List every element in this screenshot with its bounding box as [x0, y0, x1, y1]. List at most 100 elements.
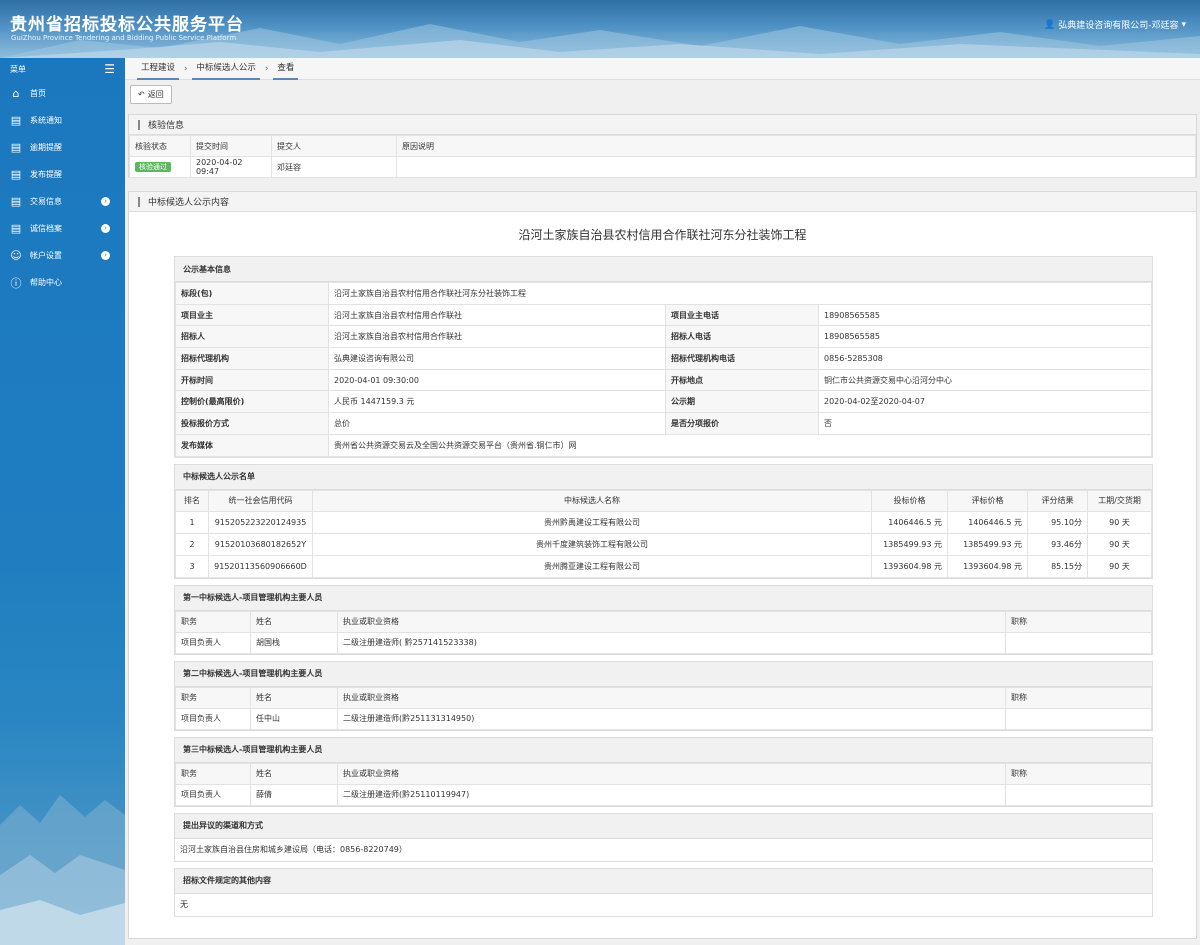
staff-section-1: 第一中标候选人-项目管理机构主要人员 职务 姓名 执业或职业资格 职称 项目负责… [174, 584, 1153, 655]
breadcrumb-item[interactable]: 查看 [273, 58, 299, 80]
cell-role: 项目负责人 [175, 707, 251, 730]
column-header: 姓名 [250, 686, 338, 709]
cell-qualification: 二级注册建造师(黔251131314950) [337, 707, 1006, 730]
cell-name: 任中山 [250, 707, 338, 730]
list-icon: ▤ [10, 141, 22, 154]
user-icon: ☺ [10, 249, 22, 262]
content-panel: 中标候选人公示内容 沿河土家族自治县农村信用合作联社河东分社装饰工程 公示基本信… [128, 191, 1197, 939]
chevron-right-icon: › [101, 224, 110, 233]
monitor-icon: ▤ [10, 114, 22, 127]
sidebar-item-account[interactable]: ☺ 帐户设置 › [0, 242, 125, 269]
help-icon: ⓘ [10, 276, 22, 290]
sidebar-item-label: 系统通知 [30, 116, 62, 125]
column-header: 执业或职业资格 [337, 610, 1006, 633]
sidebar-item-help[interactable]: ⓘ 帮助中心 [0, 269, 125, 296]
info-value: 沿河土家族自治县农村信用合作联社 [328, 325, 666, 349]
cell-qualification: 二级注册建造师(黔25110119947) [337, 783, 1006, 806]
cell-score: 93.46分 [1027, 532, 1088, 556]
sidebar-item-notice[interactable]: ▤ 系统通知 [0, 107, 125, 134]
cell-eval-price: 1406446.5 元 [947, 510, 1028, 534]
other-text: 无 [180, 900, 188, 909]
sidebar-item-home[interactable]: ⌂ 首页 [0, 80, 125, 107]
table-row: 项目负责人 任中山 二级注册建造师(黔251131314950) [175, 707, 1152, 730]
section-title: 第一中标候选人-项目管理机构主要人员 [175, 585, 1152, 611]
column-header: 姓名 [250, 610, 338, 633]
section-title: 第三中标候选人-项目管理机构主要人员 [175, 737, 1152, 763]
sidebar-item-label: 交易信息 [30, 197, 62, 206]
list-icon: ▤ [10, 168, 22, 181]
staff-section-3: 第三中标候选人-项目管理机构主要人员 职务 姓名 执业或职业资格 职称 项目负责… [174, 736, 1153, 807]
column-header: 执业或职业资格 [337, 762, 1006, 785]
info-key: 标段(包) [175, 282, 329, 305]
section-title: 第二中标候选人-项目管理机构主要人员 [175, 661, 1152, 687]
section-title: 公示基本信息 [175, 257, 1152, 282]
info-key: 开标时间 [175, 368, 329, 392]
candidate-section: 中标候选人公示名单 排名 统一社会信用代码 中标候选人名称 投标价格 评标价格 … [174, 463, 1153, 579]
verify-header: 提交人 [271, 135, 397, 157]
breadcrumb-item[interactable]: 中标候选人公示 [192, 58, 260, 80]
breadcrumb-item[interactable]: 工程建设 [137, 58, 180, 80]
column-header: 统一社会信用代码 [208, 489, 313, 512]
sidebar-item-credit[interactable]: ▤ 诚信档案 › [0, 215, 125, 242]
back-button[interactable]: ↶ 返回 [130, 84, 172, 104]
cell-role: 项目负责人 [175, 783, 251, 806]
chevron-right-icon: › [101, 197, 110, 206]
column-header: 中标候选人名称 [312, 489, 872, 512]
info-value: 沿河土家族自治县农村信用合作联社 [328, 303, 666, 327]
info-key: 招标代理机构 [175, 347, 329, 370]
sidebar-item-label: 帐户设置 [30, 251, 62, 260]
column-header: 排名 [175, 489, 209, 512]
info-key: 投标报价方式 [175, 412, 329, 435]
content-panel-title: 中标候选人公示内容 [129, 192, 1196, 212]
sidebar-item-trade[interactable]: ▤ 交易信息 › [0, 188, 125, 215]
sidebar-item-label: 诚信档案 [30, 224, 62, 233]
info-value: 铜仁市公共资源交易中心沿河分中心 [818, 368, 1152, 392]
verify-header: 原因说明 [396, 135, 1196, 157]
staff-table: 职务 姓名 执业或职业资格 职称 项目负责人 胡国栈 二级注册建造师( 黔257… [175, 610, 1152, 654]
cell-name: 胡国栈 [250, 631, 338, 654]
table-row: 3 91520113560906660D 贵州腾亚建设工程有限公司 139360… [175, 554, 1152, 578]
table-row: 项目负责人 薛倩 二级注册建造师(黔25110119947) [175, 783, 1152, 806]
cell-bid-price: 1393604.98 元 [871, 554, 948, 578]
cell-title [1005, 631, 1152, 654]
info-key: 项目业主电话 [665, 303, 819, 327]
cell-eval-price: 1385499.93 元 [947, 532, 1028, 556]
sidebar-item-label: 逾期提醒 [30, 143, 62, 152]
info-value: 18908565585 [818, 325, 1152, 349]
site-title: 贵州省招标投标公共服务平台 [10, 15, 244, 35]
caret-down-icon: ▾ [1181, 19, 1186, 30]
document-icon: ▤ [10, 222, 22, 235]
cell-bid-price: 1406446.5 元 [871, 510, 948, 534]
section-title: 中标候选人公示名单 [175, 464, 1152, 490]
toolbar: ↶ 返回 [125, 80, 1200, 108]
cell-rank: 2 [175, 532, 209, 556]
basic-info-section: 公示基本信息 标段(包) 沿河土家族自治县农村信用合作联社河东分社装饰工程 项目… [174, 256, 1153, 458]
verify-panel: 核验信息 核验状态 提交时间 提交人 原因说明 核验通过 2020-04-02 … [128, 114, 1197, 178]
menu-label: 菜单 [10, 64, 26, 74]
sidebar-item-publish[interactable]: ▤ 发布提醒 [0, 161, 125, 188]
info-value: 人民币 1447159.3 元 [328, 390, 666, 414]
user-icon: 👤 [1044, 19, 1056, 30]
sidebar-item-overdue[interactable]: ▤ 逾期提醒 [0, 134, 125, 161]
column-header: 职称 [1005, 762, 1152, 785]
status-badge: 核验通过 [135, 162, 171, 172]
table-row: 项目负责人 胡国栈 二级注册建造师( 黔257141523338) [175, 631, 1152, 654]
hamburger-icon[interactable]: ☰ [104, 62, 115, 76]
info-value: 弘典建设咨询有限公司 [328, 347, 666, 370]
cell-eval-price: 1393604.98 元 [947, 554, 1028, 578]
verify-table: 核验状态 提交时间 提交人 原因说明 核验通过 2020-04-02 09:47… [129, 135, 1196, 178]
info-key: 发布媒体 [175, 433, 329, 457]
cell-credit-code: 915205223220124935 [208, 510, 313, 534]
user-menu[interactable]: 👤 弘典建设咨询有限公司-邓廷容 ▾ [1044, 18, 1186, 32]
chevron-right-icon: › [101, 251, 110, 260]
column-header: 职称 [1005, 686, 1152, 709]
landscape-decoration [0, 795, 125, 945]
column-header: 职务 [175, 762, 251, 785]
info-key: 项目业主 [175, 303, 329, 327]
column-header: 执业或职业资格 [337, 686, 1006, 709]
info-value: 2020-04-01 09:30:00 [328, 368, 666, 392]
info-value: 0856-5285308 [818, 347, 1152, 370]
staff-table: 职务 姓名 执业或职业资格 职称 项目负责人 任中山 二级注册建造师(黔2511… [175, 686, 1152, 730]
cell-score: 85.15分 [1027, 554, 1088, 578]
column-header: 评标价格 [947, 489, 1028, 512]
